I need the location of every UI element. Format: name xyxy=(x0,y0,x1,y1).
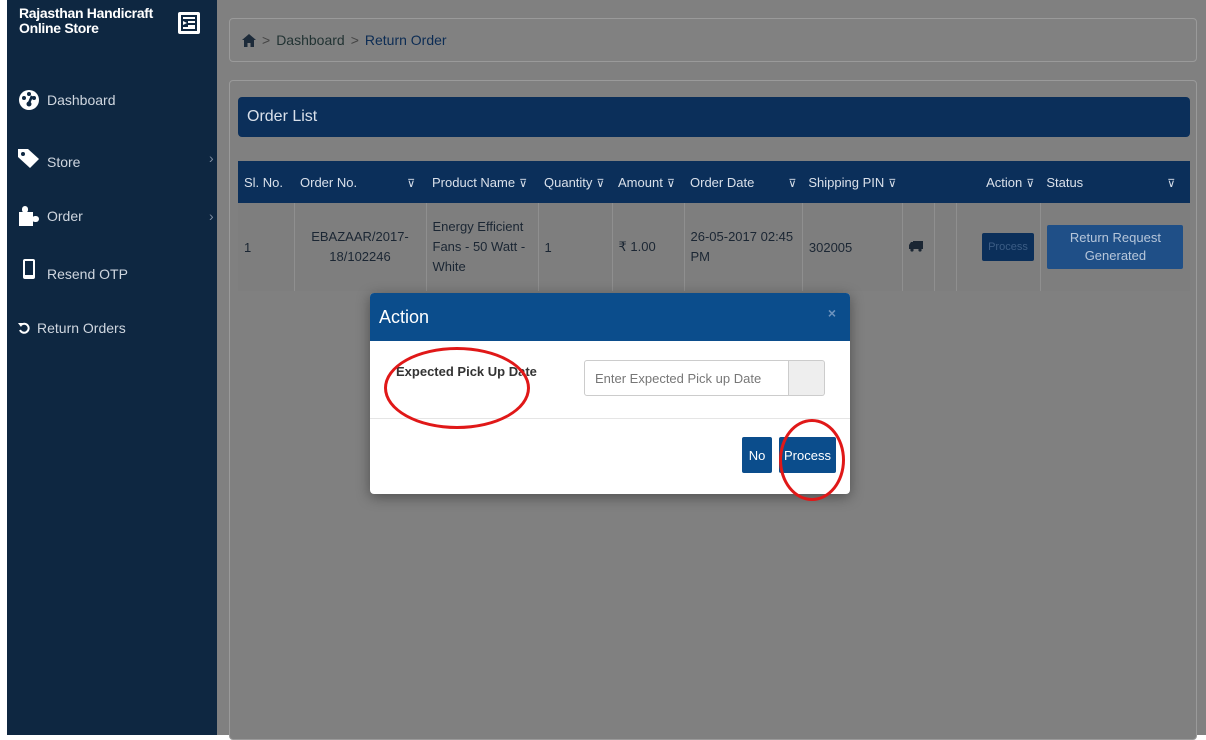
sidebar-item-return-orders[interactable]: Return Orders xyxy=(17,316,126,340)
breadcrumb: > Dashboard > Return Order xyxy=(229,18,1197,62)
dashboard-icon xyxy=(17,88,41,112)
modal-header: Action × xyxy=(370,293,850,341)
breadcrumb-dashboard[interactable]: Dashboard xyxy=(276,32,345,48)
breadcrumb-separator: > xyxy=(350,32,359,48)
expected-pickup-date-input[interactable] xyxy=(584,360,789,396)
sidebar-item-resend-otp[interactable]: Resend OTP xyxy=(17,256,128,282)
status-button[interactable]: Return Request Generated xyxy=(1047,225,1184,269)
cell-shipping xyxy=(901,203,935,291)
puzzle-icon xyxy=(17,204,41,228)
col-header-shipping-pin[interactable]: Shipping PIN ⊽ xyxy=(802,161,903,203)
table-row: 1 EBAZAAR/2017-18/102246 Energy Efficien… xyxy=(238,203,1190,291)
date-picker-addon[interactable] xyxy=(789,360,825,396)
col-header-product-name[interactable]: Product Name ⊽ xyxy=(426,161,538,203)
col-header-amount[interactable]: Amount ⊽ xyxy=(612,161,684,203)
orders-table: Sl. No. Order No. ⊽ Product Name ⊽ Quantit… xyxy=(238,161,1190,291)
expected-pickup-date-label: Expected Pick Up Date xyxy=(396,364,537,379)
breadcrumb-current: Return Order xyxy=(364,32,447,48)
modal-body: Expected Pick Up Date xyxy=(370,341,850,419)
breadcrumb-separator: > xyxy=(262,32,271,48)
sidebar-item-label: Order xyxy=(47,208,83,224)
filter-icon[interactable]: ⊽ xyxy=(788,177,796,190)
cell-order-date: 26-05-2017 02:45 PM xyxy=(683,203,803,291)
cell-blank xyxy=(933,203,957,291)
sidebar-item-order[interactable]: Order › xyxy=(17,204,217,228)
cell-status: Return Request Generated xyxy=(1039,203,1190,291)
sidebar-item-dashboard[interactable]: Dashboard xyxy=(17,88,116,112)
col-header-status[interactable]: Status ⊽ xyxy=(1040,161,1190,203)
tag-icon xyxy=(17,146,41,170)
brand-title[interactable]: Rajasthan Handicraft Online Store xyxy=(19,6,169,36)
filter-icon[interactable]: ⊽ xyxy=(519,177,527,190)
sidebar-toggle-icon[interactable] xyxy=(178,12,200,34)
filter-icon[interactable]: ⊽ xyxy=(667,177,675,190)
brand-line-2: Online Store xyxy=(19,20,99,36)
brand-line-1: Rajasthan Handicraft xyxy=(19,5,154,21)
modal-title: Action xyxy=(379,306,430,327)
filter-icon[interactable]: ⊽ xyxy=(1026,177,1034,190)
action-modal: Action × Expected Pick Up Date No Proces… xyxy=(370,293,850,494)
col-header-order-date[interactable]: Order Date ⊽ xyxy=(684,161,803,203)
close-icon[interactable]: × xyxy=(828,305,836,321)
table-header-row: Sl. No. Order No. ⊽ Product Name ⊽ Quantit… xyxy=(238,161,1190,203)
sidebar-item-label: Resend OTP xyxy=(47,266,128,282)
cell-product-name: Energy Efficient Fans - 50 Watt - White xyxy=(425,203,538,291)
col-header-blank-1 xyxy=(902,161,935,203)
truck-icon[interactable] xyxy=(908,240,923,252)
row-process-button[interactable]: Process xyxy=(982,233,1034,261)
sidebar-item-store[interactable]: Store › xyxy=(17,146,217,170)
filter-icon[interactable]: ⊽ xyxy=(596,177,604,190)
sidebar-item-label: Return Orders xyxy=(37,320,126,336)
home-icon[interactable] xyxy=(242,33,256,47)
cell-amount: ₹ 1.00 xyxy=(611,203,684,291)
no-button[interactable]: No xyxy=(742,437,772,473)
col-header-sl-no: Sl. No. xyxy=(238,161,294,203)
cell-sl-no: 1 xyxy=(244,239,252,255)
filter-icon[interactable]: ⊽ xyxy=(888,177,896,190)
filter-icon[interactable]: ⊽ xyxy=(1167,177,1175,190)
col-header-order-no[interactable]: Order No. ⊽ xyxy=(294,161,426,203)
process-button[interactable]: Process xyxy=(779,437,836,473)
chevron-right-icon: › xyxy=(209,150,214,166)
panel-title: Order List xyxy=(238,97,1190,137)
chevron-right-icon: › xyxy=(209,208,214,224)
sidebar-item-label: Store xyxy=(47,154,81,170)
cell-action: Process xyxy=(955,203,1041,291)
filter-icon[interactable]: ⊽ xyxy=(407,177,415,190)
col-header-blank-2 xyxy=(934,161,957,203)
col-header-action[interactable]: Action ⊽ xyxy=(956,161,1041,203)
undo-icon xyxy=(17,316,31,340)
col-header-quantity[interactable]: Quantity ⊽ xyxy=(538,161,612,203)
mobile-icon xyxy=(17,257,41,281)
cell-shipping-pin: 302005 xyxy=(801,203,903,291)
sidebar-item-label: Dashboard xyxy=(47,92,116,108)
sidebar: Rajasthan Handicraft Online Store Dashbo… xyxy=(7,0,217,735)
cell-quantity: 1 xyxy=(537,203,612,291)
cell-order-no: EBAZAAR/2017-18/102246 xyxy=(293,203,426,291)
